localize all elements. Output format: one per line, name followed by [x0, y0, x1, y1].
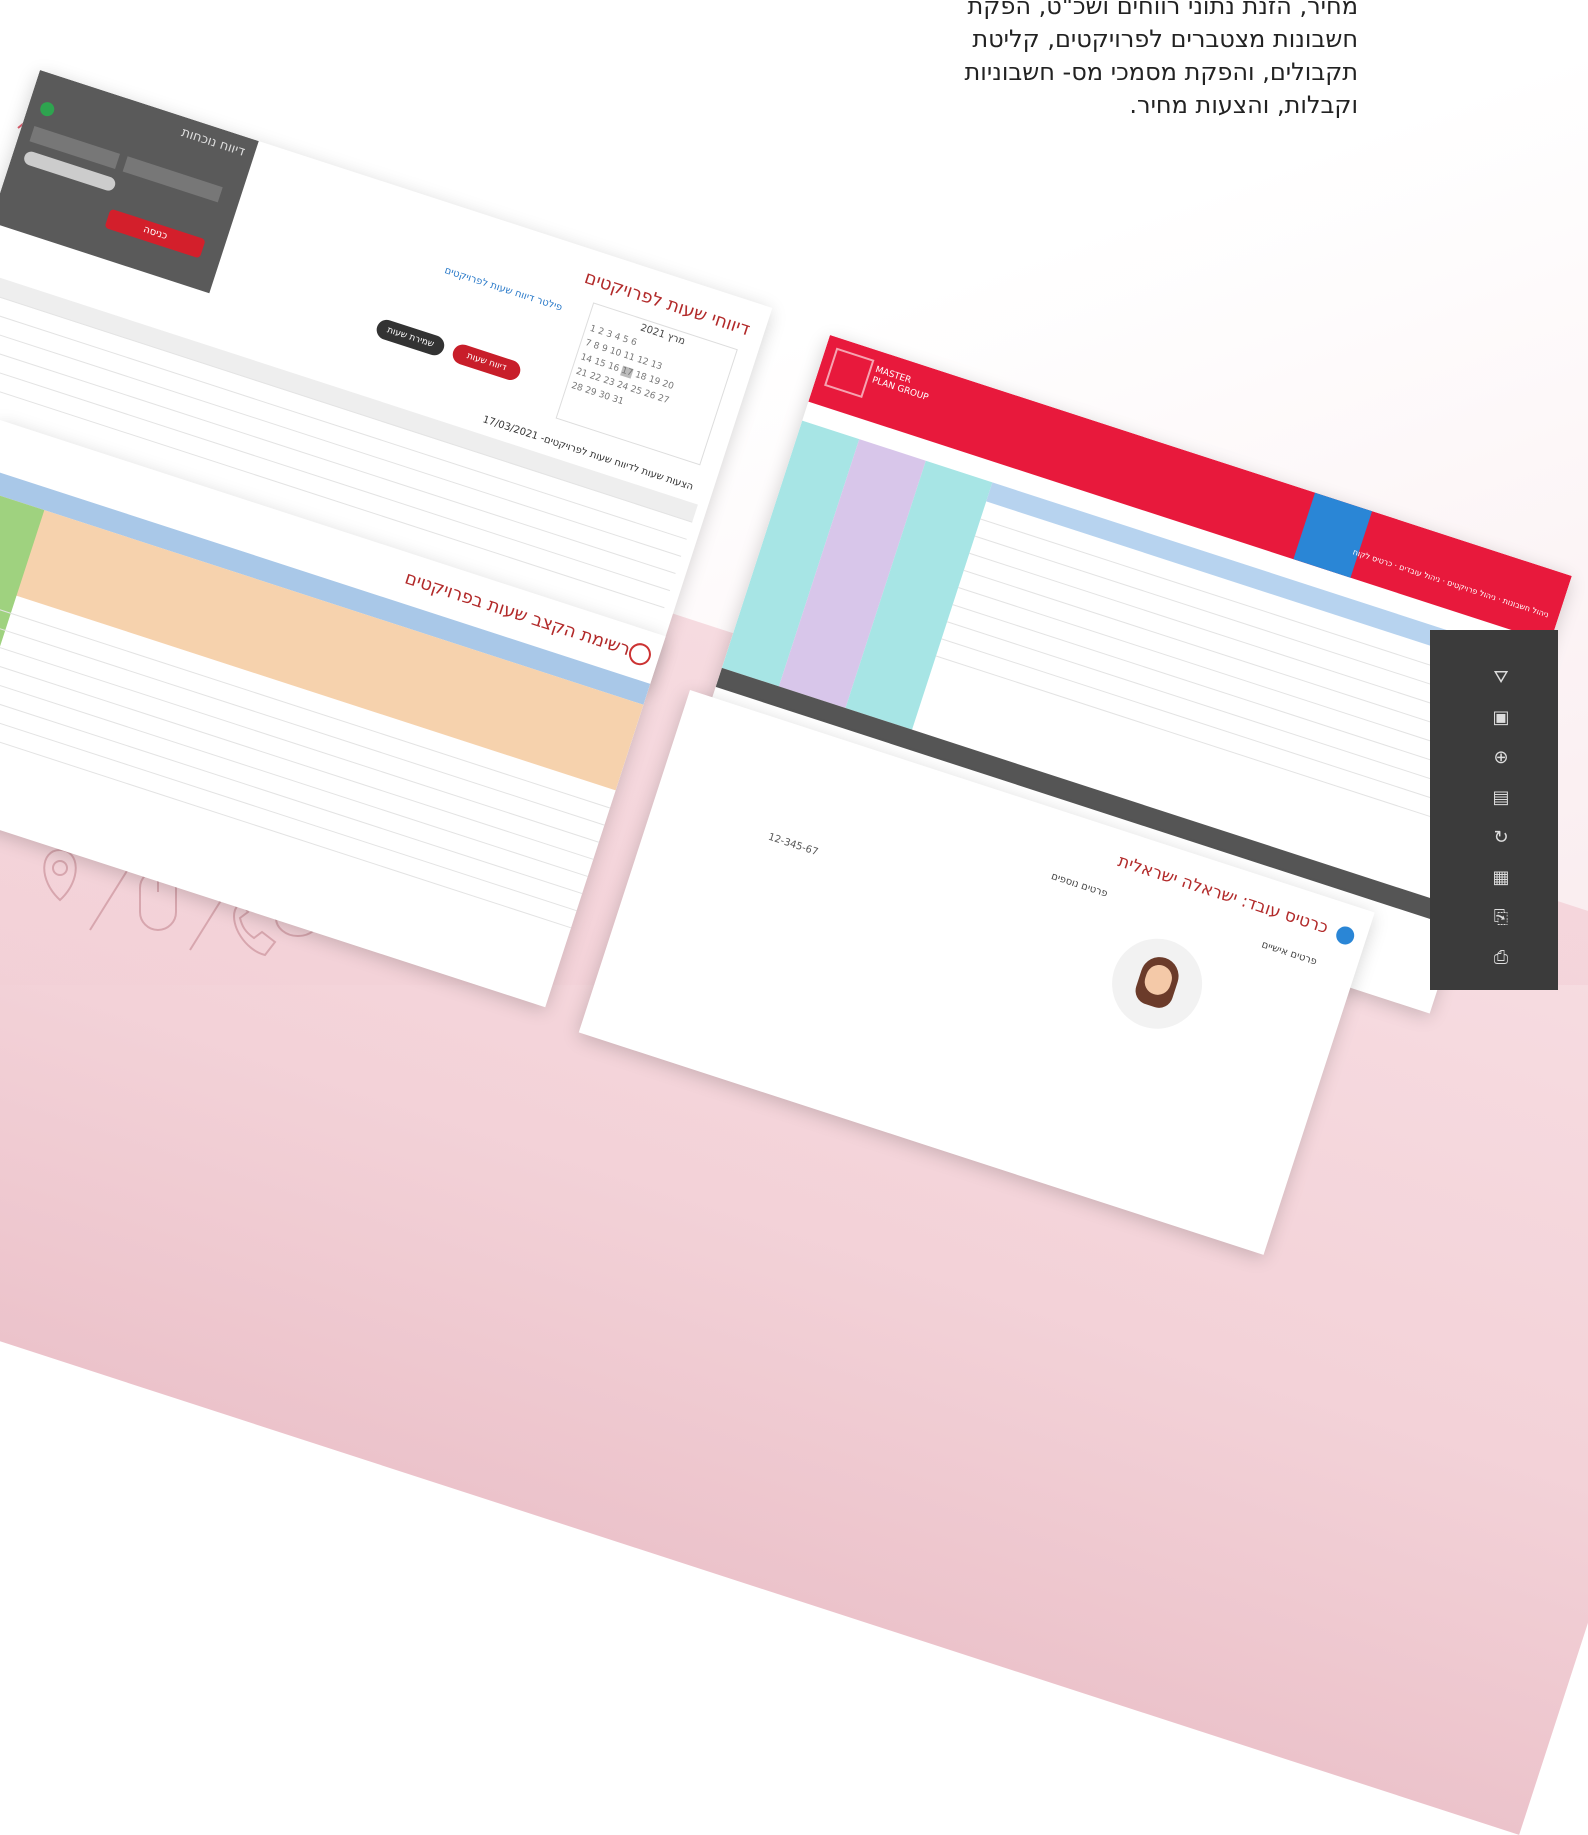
phone-value: 12-345-67	[766, 831, 820, 859]
brand-logo	[824, 347, 875, 399]
add-icon[interactable]: ⊕	[1488, 745, 1514, 771]
start-button[interactable]: כניסה	[104, 208, 206, 259]
save-button[interactable]: שמירת שעות	[374, 317, 447, 358]
hero-line: וקבלות, והצעות מחיר.	[1129, 91, 1358, 119]
hero-text: מחיר, הזנת נתוני רווחים ושכ"ט, הפקת חשבו…	[888, 0, 1358, 122]
refresh-icon[interactable]: ↻	[1488, 825, 1514, 851]
tab[interactable]: כרטיס לקוח	[1352, 547, 1394, 568]
tab[interactable]: ניהול פרויקטים	[1446, 578, 1497, 602]
hero-line: חשבונות מצטברים לפרויקטים, קליטת	[972, 25, 1358, 53]
status-dot	[38, 100, 57, 118]
personal-section-title: פרטים אישיים	[1260, 939, 1319, 968]
hero-line: תקבולים, והפקת מסמכי מס- חשבוניות	[964, 58, 1358, 86]
report-button[interactable]: דיווח שעות	[450, 341, 523, 383]
avatar	[1100, 927, 1214, 1041]
report-icon[interactable]: ▦	[1488, 865, 1514, 891]
tab[interactable]: ניהול עובדים	[1398, 563, 1441, 585]
filter-title: פילטר דיווח שעות לפרויקטים	[443, 265, 564, 314]
hero-line: מחיר, הזנת נתוני רווחים ושכ"ט, הפקת	[967, 0, 1358, 20]
export-icon[interactable]: ⎘	[1488, 905, 1514, 931]
save-icon[interactable]: ▣	[1488, 705, 1514, 731]
document-icon[interactable]: ▤	[1488, 785, 1514, 811]
info-icon[interactable]	[1333, 924, 1357, 947]
brand-name: MASTER PLAN GROUP	[870, 365, 930, 404]
print-icon[interactable]: ⎙	[1488, 945, 1514, 971]
filter-icon[interactable]: ⛛	[1488, 665, 1514, 691]
more-section-title: פרטים נוספים	[1049, 871, 1109, 900]
tab[interactable]: ניהול חשבונות	[1502, 596, 1550, 619]
